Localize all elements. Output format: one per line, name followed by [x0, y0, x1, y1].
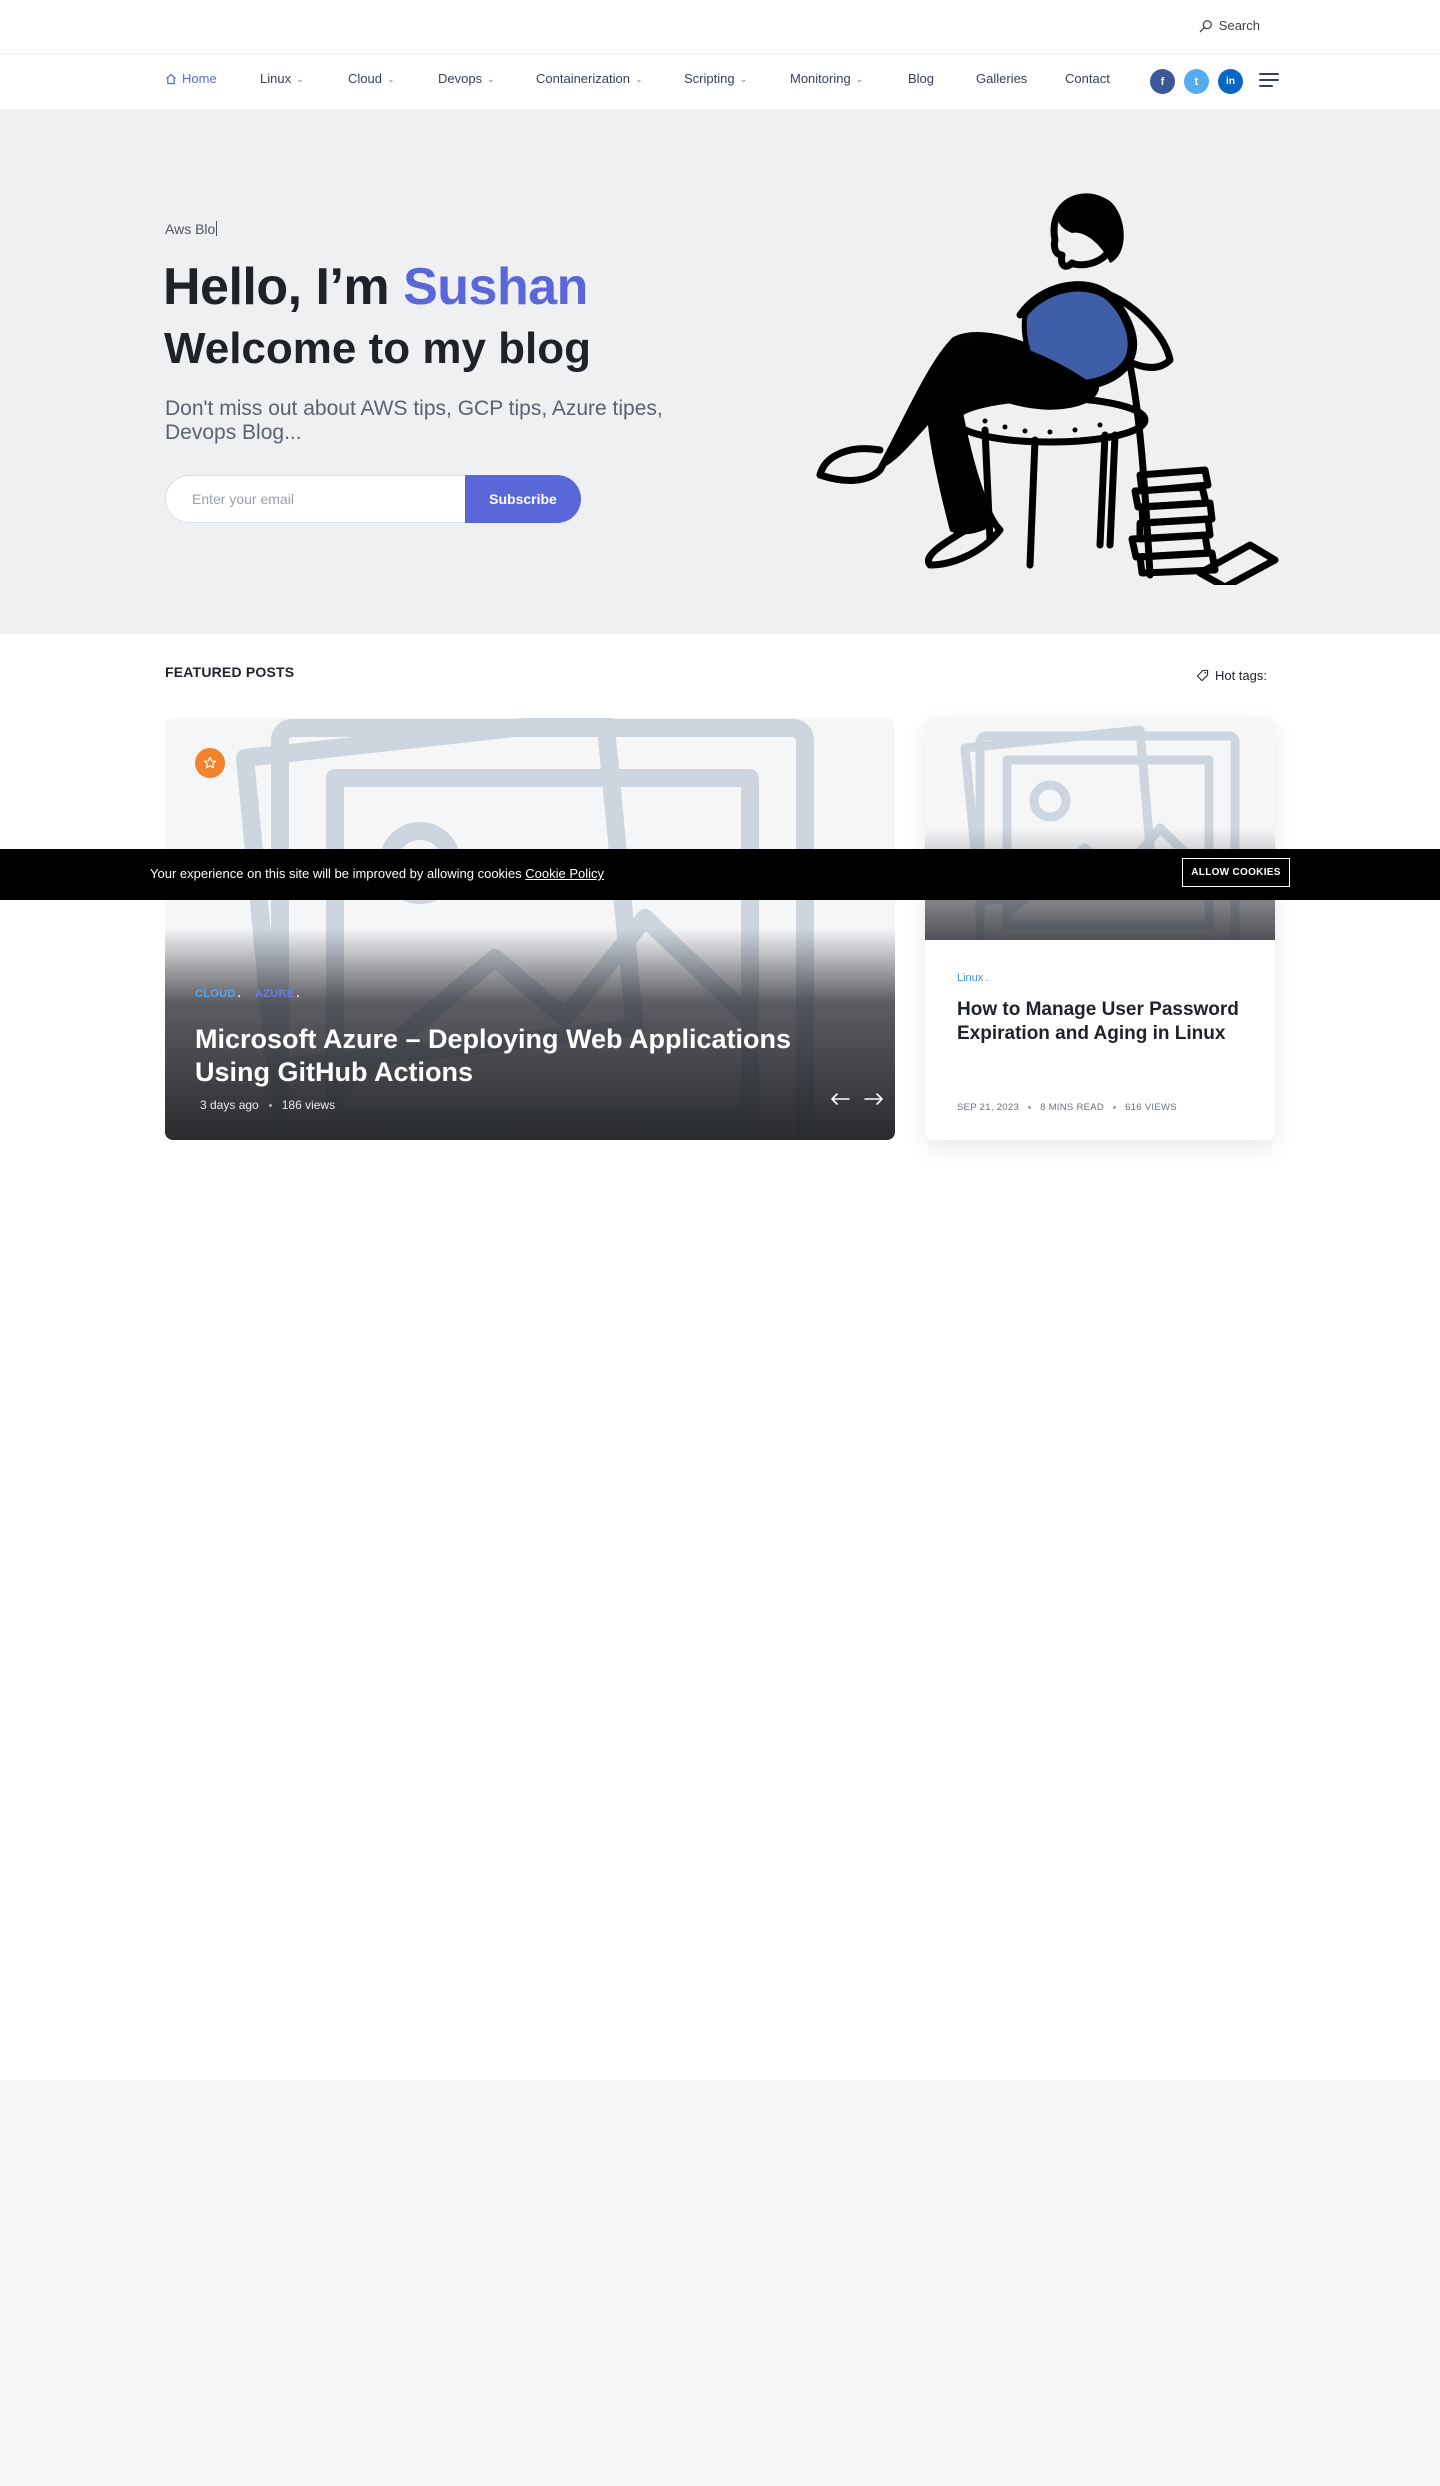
post-views: 616 VIEWS: [1125, 1102, 1177, 1113]
cookie-message: Your experience on this site will be imp…: [150, 866, 604, 881]
linkedin-icon[interactable]: in: [1218, 69, 1243, 94]
post-read-time: 8 MINS READ: [1040, 1102, 1105, 1113]
nav-label-monitoring: Monitoring: [790, 71, 851, 86]
post-categories: CLOUD. AZURE.: [195, 988, 300, 1000]
subscribe-form: Subscribe: [165, 475, 581, 523]
nav-item-contact[interactable]: Contact: [1065, 71, 1110, 86]
featured-post-card[interactable]: CLOUD. AZURE. Microsoft Azure – Deployin…: [165, 718, 895, 1140]
nav-item-home[interactable]: Home: [165, 71, 217, 86]
nav-label-devops: Devops: [438, 71, 483, 86]
nav-item-blog[interactable]: Blog: [908, 71, 934, 86]
menu-icon[interactable]: [1259, 73, 1279, 87]
tag-icon: [1196, 669, 1209, 682]
carousel-next-button[interactable]: [861, 1086, 887, 1112]
nav-item-containerization[interactable]: Containerization ⌄: [536, 71, 643, 86]
nav-item-linux[interactable]: Linux ⌄: [260, 71, 304, 86]
section-title: FEATURED POSTS: [165, 664, 295, 680]
category-link-cloud[interactable]: CLOUD.: [195, 988, 241, 1000]
search-icon: [1199, 19, 1212, 32]
top-utility-bar: Search: [0, 0, 1440, 54]
hero-greeting-prefix: Hello, I’m: [163, 258, 404, 316]
chevron-down-icon: ⌄: [855, 74, 864, 84]
search-button[interactable]: Search: [1199, 18, 1260, 33]
nav-item-cloud[interactable]: Cloud ⌄: [348, 71, 395, 86]
search-label: Search: [1218, 18, 1260, 33]
subscribe-button[interactable]: Subscribe: [465, 475, 581, 523]
nav-label-contact: Contact: [1065, 71, 1110, 86]
star-icon: [203, 756, 217, 769]
arrow-left-icon: [831, 1093, 850, 1105]
nav-item-galleries[interactable]: Galleries: [976, 71, 1027, 86]
hero-tagline: Don't miss out about AWS tips, GCP tips,…: [165, 397, 663, 444]
hot-tags-label: Hot tags:: [1214, 668, 1267, 683]
hero-greeting-name: Sushan: [403, 258, 588, 316]
side-post-card[interactable]: Linux. How to Manage User Password Expir…: [925, 718, 1275, 1140]
chevron-down-icon: ⌄: [487, 74, 495, 84]
featured-post-title[interactable]: Microsoft Azure – Deploying Web Applicat…: [195, 1023, 835, 1089]
nav-label-galleries: Galleries: [976, 71, 1028, 86]
meta-separator: [1028, 1106, 1032, 1109]
chevron-down-icon: ⌄: [386, 74, 395, 84]
meta-separator: [1113, 1106, 1117, 1109]
cookie-consent-bar: Your experience on this site will be imp…: [0, 849, 1440, 900]
nav-label-cloud: Cloud: [348, 71, 382, 86]
typed-text: Aws Blo: [165, 221, 216, 237]
nav-label-home: Home: [182, 71, 217, 86]
nav-item-devops[interactable]: Devops ⌄: [438, 71, 495, 86]
typed-subtitle: Aws Blo: [165, 221, 218, 237]
text-caret: [216, 221, 218, 236]
nav-label-containerization: Containerization: [536, 71, 630, 86]
allow-cookies-button[interactable]: ALLOW COOKIES: [1182, 858, 1290, 887]
nav-label-scripting: Scripting: [684, 71, 735, 86]
nav-item-scripting[interactable]: Scripting ⌄: [684, 71, 747, 86]
cookie-policy-link[interactable]: Cookie Policy: [525, 866, 604, 881]
reading-woman-illustration: [816, 193, 1279, 585]
post-time: 3 days ago: [200, 1098, 259, 1112]
arrow-right-icon: [864, 1093, 883, 1105]
post-date: SEP 21, 2023: [957, 1102, 1020, 1113]
nav-label-linux: Linux: [260, 71, 292, 86]
chevron-down-icon: ⌄: [739, 74, 748, 84]
hero-welcome-heading: Welcome to my blog: [164, 324, 592, 373]
facebook-icon[interactable]: f: [1150, 69, 1175, 94]
main-navigation: Home Linux ⌄ Cloud ⌄ Devops ⌄ Containeri…: [0, 55, 1440, 109]
email-input[interactable]: [165, 475, 475, 523]
category-link-azure[interactable]: AZURE.: [255, 988, 300, 1000]
featured-badge: [195, 748, 225, 778]
chevron-down-icon: ⌄: [634, 74, 643, 84]
featured-post-meta: 3 days ago 186 views: [200, 1098, 335, 1112]
meta-separator: [268, 1103, 272, 1107]
cookie-text: Your experience on this site will be imp…: [150, 866, 522, 881]
category-link-linux[interactable]: Linux.: [957, 972, 988, 984]
chevron-down-icon: ⌄: [296, 74, 304, 84]
hero-greeting: Hello, I’m Sushan: [163, 257, 588, 317]
home-icon: [166, 73, 176, 84]
twitter-icon[interactable]: t: [1184, 69, 1209, 94]
post-views: 186 views: [281, 1098, 336, 1112]
nav-item-monitoring[interactable]: Monitoring ⌄: [790, 71, 863, 86]
hot-tags: Hot tags:: [1196, 668, 1267, 683]
hero-section: Aws Blo Hello, I’m Sushan Welcome to my …: [0, 109, 1440, 634]
side-post-meta: SEP 21, 2023 8 MINS READ 616 VIEWS: [957, 1102, 1177, 1113]
nav-label-blog: Blog: [908, 71, 935, 86]
carousel-prev-button[interactable]: [827, 1086, 853, 1112]
side-post-title[interactable]: How to Manage User Password Expiration a…: [957, 998, 1257, 1046]
